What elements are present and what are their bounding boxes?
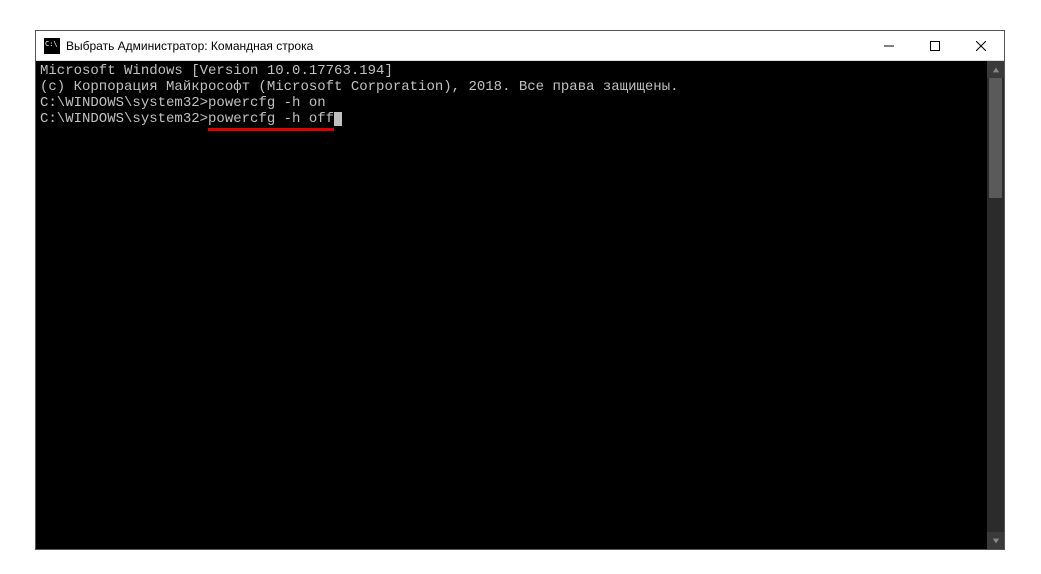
window-controls bbox=[866, 31, 1004, 60]
output-line: (c) Корпорация Майкрософт (Microsoft Cor… bbox=[40, 79, 983, 95]
console-output[interactable]: Microsoft Windows [Version 10.0.17763.19… bbox=[36, 61, 987, 549]
titlebar[interactable]: Выбрать Администратор: Командная строка bbox=[36, 31, 1004, 61]
minimize-button[interactable] bbox=[866, 31, 912, 60]
prompt-path: C:\WINDOWS\system32> bbox=[40, 95, 208, 111]
console-area: Microsoft Windows [Version 10.0.17763.19… bbox=[36, 61, 1004, 549]
prompt-line: C:\WINDOWS\system32>powercfg -h on bbox=[40, 95, 983, 111]
scroll-up-button[interactable] bbox=[987, 61, 1004, 78]
prompt-path: C:\WINDOWS\system32> bbox=[40, 111, 208, 127]
scroll-down-button[interactable] bbox=[987, 532, 1004, 549]
window-title: Выбрать Администратор: Командная строка bbox=[66, 39, 313, 53]
output-line: Microsoft Windows [Version 10.0.17763.19… bbox=[40, 63, 983, 79]
prompt-command: powercfg -h on bbox=[208, 95, 326, 111]
prompt-command-highlighted: powercfg -h off bbox=[208, 111, 334, 131]
maximize-button[interactable] bbox=[912, 31, 958, 60]
text-cursor bbox=[334, 112, 342, 126]
vertical-scrollbar[interactable] bbox=[987, 61, 1004, 549]
close-button[interactable] bbox=[958, 31, 1004, 60]
cmd-icon bbox=[44, 38, 60, 54]
cmd-window: Выбрать Администратор: Командная строка … bbox=[35, 30, 1005, 550]
prompt-line: C:\WINDOWS\system32>powercfg -h off bbox=[40, 111, 983, 127]
scroll-thumb[interactable] bbox=[989, 78, 1002, 198]
